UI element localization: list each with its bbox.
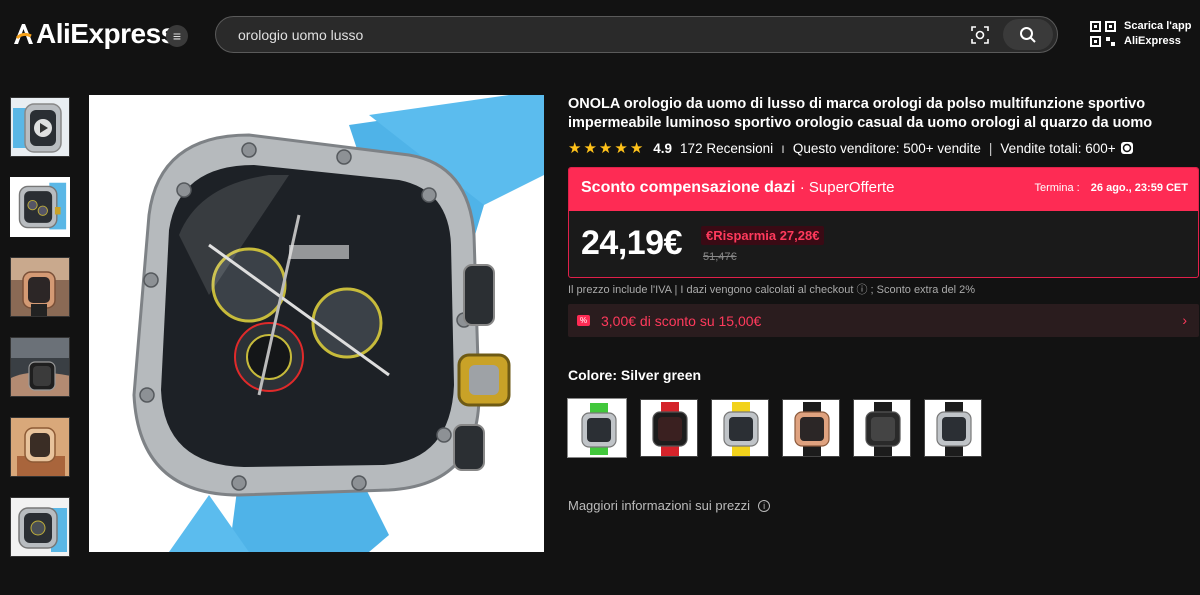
star-icon: ★ <box>629 139 644 157</box>
rating-value: 4.9 <box>653 140 673 156</box>
rating-row: ★ ★ ★ ★ ★ 4.9 172 Recensioni ı Questo ve… <box>568 139 1134 157</box>
coupon-icon: % <box>577 315 590 326</box>
thumbnail-gold-box[interactable] <box>10 417 70 477</box>
watch-product-image <box>89 95 544 552</box>
color-label: Colore: Silver green <box>568 367 702 383</box>
star-icon: ★ <box>614 139 628 157</box>
qr-code-icon <box>1090 21 1116 47</box>
swatch-image <box>641 400 697 456</box>
thumbnail-video[interactable] <box>10 97 70 157</box>
more-price-info[interactable]: Maggiori informazioni sui prezzi i <box>568 498 771 513</box>
color-swatch-rose-gold[interactable] <box>782 399 840 457</box>
promo-header: Sconto compensazione dazi · SuperOfferte… <box>569 168 1198 211</box>
coupon-banner[interactable]: % 3,00€ di sconto su 15,00€ › <box>568 304 1199 337</box>
swatch-image <box>925 400 981 456</box>
thumbnail-silver-side[interactable] <box>10 497 70 557</box>
color-swatch-black[interactable] <box>853 399 911 457</box>
promo-title: Sconto compensazione dazi · SuperOfferte <box>581 179 895 197</box>
star-icon: ★ <box>583 139 597 157</box>
search-button[interactable] <box>1003 19 1053 50</box>
watch-thumbnail-image <box>11 498 69 556</box>
app-line-1: Scarica l'app <box>1124 20 1192 32</box>
download-app-link[interactable]: Scarica l'app AliExpress <box>1090 19 1191 49</box>
logo-mark-icon <box>14 24 33 44</box>
swatch-image <box>783 400 839 456</box>
superofferte-label: · SuperOfferte <box>799 179 895 196</box>
hamburger-icon: ≡ <box>172 28 182 44</box>
savings-badge: €Risparmia 27,28€ <box>701 226 825 245</box>
product-title: ONOLA orologio da uomo di lusso di marca… <box>568 96 1153 131</box>
watch-thumbnail-image <box>11 258 69 316</box>
reviews-link[interactable]: 172 Recensioni <box>680 141 773 156</box>
logo-text: AliExpress <box>36 18 176 49</box>
separator: | <box>988 140 993 156</box>
star-icon: ★ <box>598 139 613 157</box>
thumbnail-wrist[interactable] <box>10 337 70 397</box>
search-icon <box>1020 26 1036 43</box>
app-download-text: Scarica l'app AliExpress <box>1124 19 1191 49</box>
vat-note: Il prezzo include l'IVA | I dazi vengono… <box>568 284 976 296</box>
color-swatch-silver-green[interactable] <box>567 398 627 458</box>
color-swatch-silver-yellow[interactable] <box>711 399 769 457</box>
swatch-image <box>712 400 768 456</box>
swatch-image <box>570 401 624 455</box>
watch-thumbnail-image <box>11 418 69 476</box>
info-badge-icon[interactable] <box>1120 141 1134 155</box>
main-product-image[interactable] <box>89 95 544 552</box>
original-price: 51,47€ <box>703 251 737 263</box>
camera-scan-icon <box>971 26 989 44</box>
aliexpress-logo[interactable]: AliExpress <box>12 18 176 50</box>
promo-end-value: 26 ago., 23:59 CET <box>1090 182 1188 194</box>
promo-box: Sconto compensazione dazi · SuperOfferte… <box>568 167 1199 278</box>
separator: ı <box>781 140 785 156</box>
watch-thumbnail-image <box>12 179 68 235</box>
color-swatch-silver-black[interactable] <box>924 399 982 457</box>
thumbnail-rose-gold[interactable] <box>10 257 70 317</box>
thumbnail-front[interactable] <box>10 177 70 237</box>
swatch-image <box>854 400 910 456</box>
search-input[interactable] <box>238 25 958 45</box>
more-info-text: Maggiori informazioni sui prezzi <box>568 498 751 513</box>
current-price: 24,19€ <box>581 224 683 262</box>
promo-end-label: Termina : <box>1034 182 1080 194</box>
promo-title-text: Sconto compensazione dazi <box>581 179 796 196</box>
chevron-right-icon: › <box>1182 312 1187 328</box>
total-sales: Vendite totali: 600+ <box>1000 140 1116 156</box>
info-icon: i <box>758 499 771 512</box>
coupon-text: 3,00€ di sconto su 15,00€ <box>601 313 762 329</box>
star-rating: ★ ★ ★ ★ ★ <box>568 141 645 156</box>
watch-thumbnail-image <box>11 98 69 156</box>
color-swatch-black-red[interactable] <box>640 399 698 457</box>
header: AliExpress ≡ orologio uomo lusso Scarica… <box>0 0 1200 72</box>
star-icon: ★ <box>568 139 582 157</box>
watch-thumbnail-image <box>11 338 69 396</box>
search-bar <box>215 16 1058 53</box>
menu-button[interactable]: ≡ <box>166 25 188 47</box>
promo-end-time: Termina : 26 ago., 23:59 CET <box>1034 182 1188 194</box>
app-line-2: AliExpress <box>1124 35 1181 47</box>
seller-sales: Questo venditore: 500+ vendite <box>792 140 981 156</box>
image-search-button[interactable] <box>967 22 993 48</box>
